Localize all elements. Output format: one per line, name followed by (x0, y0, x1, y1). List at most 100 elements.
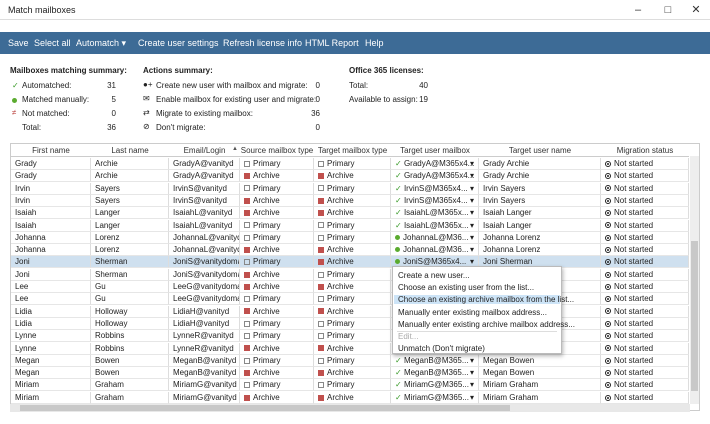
dropdown-icon[interactable]: ▾ (470, 392, 474, 403)
table-cell[interactable]: Primary (314, 182, 391, 195)
vertical-scrollbar[interactable] (690, 156, 699, 404)
table-cell[interactable]: Primary (240, 182, 314, 195)
table-cell[interactable]: JoniS@vanitydoma (169, 268, 240, 281)
table-cell[interactable]: Gu (91, 281, 169, 293)
table-cell[interactable]: Grady (11, 170, 91, 183)
table-cell[interactable]: Isaiah (11, 219, 91, 232)
table-cell[interactable]: ✓ GradyA@M365x4... ▾ (391, 170, 479, 183)
column-header[interactable]: Target user mailbox (391, 144, 479, 157)
table-cell[interactable]: Archive (240, 305, 314, 318)
table-cell[interactable]: Isaiah Langer (479, 207, 601, 220)
table-cell[interactable]: Archive (314, 281, 391, 293)
menu-item-choose-user[interactable]: Choose an existing user from the list... (398, 283, 534, 292)
table-cell[interactable]: Not started (601, 342, 689, 355)
table-cell[interactable]: Archive (240, 391, 314, 404)
table-cell[interactable]: Sayers (91, 182, 169, 195)
table-cell[interactable]: Irvin Sayers (479, 194, 601, 207)
vertical-scroll-thumb[interactable] (691, 241, 698, 391)
table-cell[interactable]: Not started (601, 182, 689, 195)
table-cell[interactable]: Irvin (11, 182, 91, 195)
table-cell[interactable]: Not started (601, 391, 689, 404)
table-cell[interactable]: Archive (314, 305, 391, 318)
table-cell[interactable]: Lorenz (91, 231, 169, 244)
table-cell[interactable]: Megan (11, 354, 91, 367)
table-cell[interactable]: Miriam Graham (479, 391, 601, 404)
column-header[interactable]: Target user name (479, 144, 601, 157)
table-cell[interactable]: IrvinS@vanityd (169, 194, 240, 207)
table-cell[interactable]: JohannaL@vanityd (169, 231, 240, 244)
table-cell[interactable]: Miriam Graham (479, 379, 601, 392)
table-cell[interactable]: Archie (91, 170, 169, 183)
table-cell[interactable]: Johanna (11, 244, 91, 257)
table-cell[interactable]: Archive (240, 367, 314, 380)
table-cell[interactable]: Primary (240, 354, 314, 367)
table-cell[interactable]: Megan Bowen (479, 367, 601, 380)
table-cell[interactable]: Not started (601, 219, 689, 232)
table-cell[interactable]: LidiaH@vanityd (169, 305, 240, 318)
menu-item-enter-mailbox[interactable]: Manually enter existing mailbox address.… (398, 308, 547, 317)
dropdown-icon[interactable]: ▾ (470, 170, 474, 181)
table-cell[interactable]: Primary (314, 379, 391, 392)
table-cell[interactable]: Not started (601, 281, 689, 293)
maximize-icon[interactable]: □ (660, 2, 676, 18)
dropdown-icon[interactable]: ▾ (470, 232, 474, 243)
table-cell[interactable]: Miriam (11, 379, 91, 392)
table-cell[interactable]: Graham (91, 379, 169, 392)
table-cell[interactable]: ✓ IsaiahL@M365x... ▾ (391, 219, 479, 232)
table-cell[interactable]: Megan (11, 367, 91, 380)
table-cell[interactable]: Isaiah (11, 207, 91, 220)
table-cell[interactable]: Archive (314, 367, 391, 380)
table-cell[interactable]: LynneR@vanityd (169, 342, 240, 355)
table-cell[interactable]: Archive (314, 170, 391, 183)
table-cell[interactable]: Not started (601, 207, 689, 220)
table-cell[interactable]: Not started (601, 305, 689, 318)
table-cell[interactable]: Archive (314, 391, 391, 404)
table-cell[interactable]: Archive (314, 342, 391, 355)
table-cell[interactable]: Archive (240, 281, 314, 293)
dropdown-icon[interactable]: ▾ (470, 379, 474, 390)
table-cell[interactable]: Lynne (11, 342, 91, 355)
close-icon[interactable]: ✕ (688, 2, 704, 18)
table-cell[interactable]: GradyA@vanityd (169, 158, 240, 170)
column-header[interactable]: Source mailbox type (240, 144, 314, 157)
table-cell[interactable]: Lidia (11, 305, 91, 318)
table-cell[interactable]: Grady Archie (479, 170, 601, 183)
table-cell[interactable]: Primary (240, 158, 314, 170)
refresh-license-button[interactable]: Refresh license info (223, 38, 302, 48)
table-cell[interactable]: Johanna Lorenz (479, 244, 601, 257)
table-cell[interactable]: Archive (314, 194, 391, 207)
table-cell[interactable]: Archive (240, 194, 314, 207)
table-cell[interactable]: LeeG@vanitydoma (169, 293, 240, 306)
table-cell[interactable]: Sherman (91, 268, 169, 281)
column-header[interactable]: Migration status (601, 144, 689, 157)
table-cell[interactable]: Primary (314, 158, 391, 170)
table-cell[interactable]: ✓ MiriamG@M365... ▾ (391, 379, 479, 392)
table-cell[interactable]: Johanna Lorenz (479, 231, 601, 244)
table-cell[interactable]: Primary (314, 219, 391, 232)
table-cell[interactable]: ✓ MiriamG@M365... ▾ (391, 391, 479, 404)
table-cell[interactable]: Not started (601, 158, 689, 170)
table-cell[interactable]: Primary (314, 330, 391, 343)
column-header[interactable]: First name (11, 144, 91, 157)
table-cell[interactable]: Joni (11, 256, 91, 269)
table-cell[interactable]: Langer (91, 219, 169, 232)
table-cell[interactable]: MiriamG@vanityd (169, 391, 240, 404)
table-cell[interactable]: JoniS@vanitydoma (169, 256, 240, 269)
table-cell[interactable]: Joni (11, 268, 91, 281)
table-cell[interactable]: Miriam (11, 391, 91, 404)
table-cell[interactable]: ✓ GradyA@M365x4... ▾ (391, 158, 479, 170)
table-cell[interactable]: Not started (601, 244, 689, 257)
table-cell[interactable]: Primary (240, 231, 314, 244)
horizontal-scroll-thumb[interactable] (20, 405, 510, 411)
table-cell[interactable]: LynneR@vanityd (169, 330, 240, 343)
table-cell[interactable]: Megan Bowen (479, 354, 601, 367)
table-cell[interactable]: Not started (601, 330, 689, 343)
table-cell[interactable]: Grady Archie (479, 158, 601, 170)
table-cell[interactable]: Archive (240, 342, 314, 355)
table-cell[interactable]: Johanna (11, 231, 91, 244)
table-cell[interactable]: Archive (240, 268, 314, 281)
table-cell[interactable]: Archive (240, 207, 314, 220)
table-cell[interactable]: Primary (240, 219, 314, 232)
column-header[interactable]: Target mailbox type (314, 144, 391, 157)
table-cell[interactable]: Lynne (11, 330, 91, 343)
